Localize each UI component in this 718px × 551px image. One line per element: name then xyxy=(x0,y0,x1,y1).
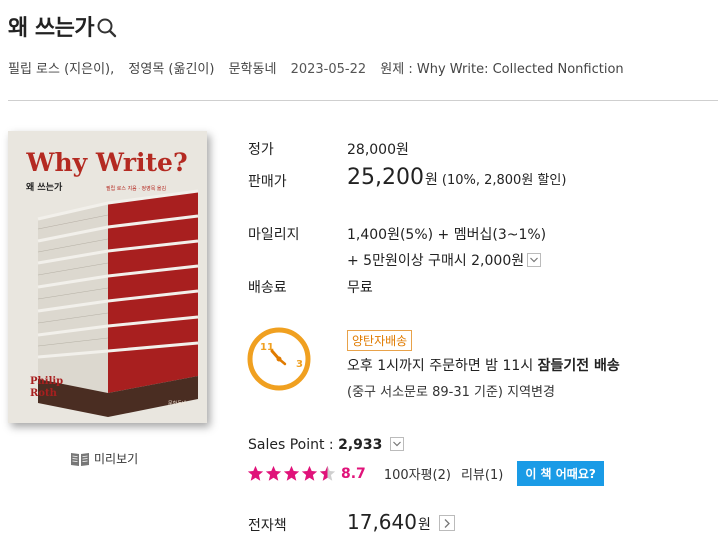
cover-title-ko: 왜 쓰는가 xyxy=(26,181,63,193)
chevron-down-icon xyxy=(530,257,539,263)
divider xyxy=(8,100,718,101)
list-price-label: 정가 xyxy=(248,142,274,158)
shipping-value: 무료 xyxy=(347,280,373,296)
cover-title-en: Why Write? xyxy=(25,148,187,177)
cover-credits: 필립 로스 지음 · 정영목 옮김 xyxy=(106,185,166,192)
star-icon xyxy=(301,465,318,481)
publisher-link[interactable]: 문학동네 xyxy=(229,62,277,77)
cover-author-line1: Philip xyxy=(30,376,63,387)
reviews-link[interactable]: 리뷰(1) xyxy=(461,464,503,483)
ebook-price: 17,640원 xyxy=(347,510,455,534)
sale-price: 25,200원 (10%, 2,800원 할인) xyxy=(347,165,566,190)
star-rating xyxy=(247,465,337,482)
sale-price-value: 25,200 xyxy=(347,165,424,190)
delivery-tag: 양탄자배송 xyxy=(347,330,413,351)
list-price-value: 28,000원 xyxy=(347,142,409,158)
ask-about-book-button[interactable]: 이 책 어때요? xyxy=(517,461,604,486)
chevron-right-icon xyxy=(444,518,450,528)
mileage-label: 마일리지 xyxy=(248,227,300,243)
delivery-type: 잠들기전 배송 xyxy=(537,358,620,374)
short-reviews-link[interactable]: 100자평(2) xyxy=(384,464,451,483)
preview-button[interactable]: 미리보기 xyxy=(70,450,138,467)
book-meta: 필립 로스 (지은이), 정영목 (옮긴이) 문학동네 2023-05-22 원… xyxy=(8,58,634,77)
shipping-label: 배송료 xyxy=(248,280,287,296)
chevron-down-icon xyxy=(393,441,402,447)
author-link[interactable]: 필립 로스 (지은이), xyxy=(8,62,114,77)
publish-date: 2023-05-22 xyxy=(290,62,367,77)
delivery-info-text: 오후 1시까지 주문하면 밤 11시 xyxy=(347,358,538,374)
sales-point: Sales Point : 2,933 xyxy=(248,437,405,453)
delivery-info: 오후 1시까지 주문하면 밤 11시 잠들기전 배송 xyxy=(347,355,620,375)
book-cover-image[interactable]: Why Write? 왜 쓰는가 필립 로스 지음 · 정영목 옮김 Phili… xyxy=(8,131,207,423)
mileage-line1: 1,400원(5%) + 멤버십(3~1%) xyxy=(347,227,547,243)
ebook-price-unit: 원 xyxy=(417,517,431,533)
cover-author-line2: Roth xyxy=(30,388,58,399)
mileage-line2: + 5만원이상 구매시 2,000원 xyxy=(347,250,542,270)
rating-score: 8.7 xyxy=(341,465,366,482)
discount-info: (10%, 2,800원 할인) xyxy=(441,173,567,188)
star-icon xyxy=(247,465,264,481)
sales-point-label: Sales Point : xyxy=(248,437,339,453)
delivery-location[interactable]: (중구 서소문로 89-31 기준) 지역변경 xyxy=(347,381,555,400)
sale-price-unit: 원 xyxy=(424,172,438,188)
clock-icon: 11 3 xyxy=(247,327,311,391)
original-title: 원제 : Why Write: Collected Nonfiction xyxy=(380,62,624,77)
sales-point-dropdown[interactable] xyxy=(390,437,405,451)
mileage-line2-text: + 5만원이상 구매시 2,000원 xyxy=(347,253,525,269)
half-star-icon xyxy=(319,465,336,481)
search-icon[interactable] xyxy=(96,17,118,39)
clock-label-right: 3 xyxy=(296,359,303,370)
mileage-dropdown[interactable] xyxy=(527,253,542,267)
book-title: 왜 쓰는가 xyxy=(8,16,95,41)
ebook-price-value: 17,640 xyxy=(347,510,417,534)
ebook-link-button[interactable] xyxy=(438,514,455,531)
sale-price-label: 판매가 xyxy=(248,174,287,190)
sales-point-value: 2,933 xyxy=(338,437,383,453)
cover-publisher: 문학동네 xyxy=(168,400,187,407)
star-icon xyxy=(283,465,300,481)
book-open-icon xyxy=(71,452,89,466)
ebook-label: 전자책 xyxy=(248,518,287,534)
rating-row: 8.7 100자평(2) 리뷰(1) 이 책 어때요? xyxy=(247,461,604,486)
translator-link[interactable]: 정영목 (옮긴이) xyxy=(128,62,214,77)
star-icon xyxy=(265,465,282,481)
preview-label: 미리보기 xyxy=(94,452,139,466)
title-row: 왜 쓰는가 xyxy=(8,10,118,42)
